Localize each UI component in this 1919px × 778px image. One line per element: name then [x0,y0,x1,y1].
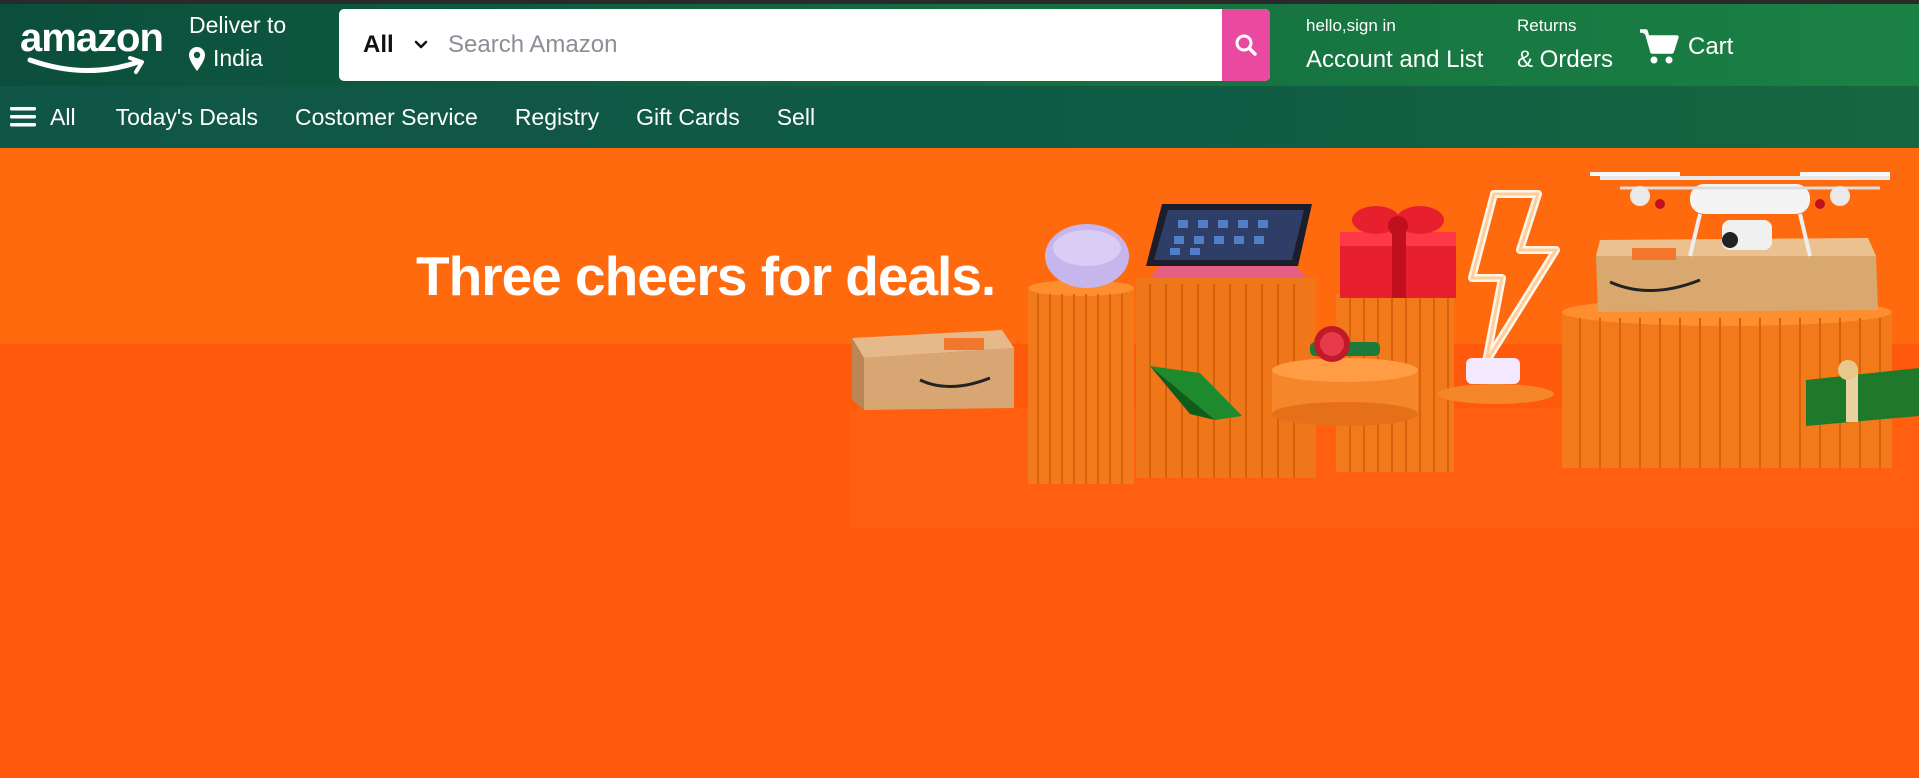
amazon-logo[interactable]: amazon [20,16,170,76]
search-input[interactable] [444,9,1152,81]
deliver-label: Deliver to [189,12,287,38]
account-greeting: hello,sign in [1306,16,1396,35]
cart-button[interactable]: Cart [1638,28,1733,66]
nav-item-todays-deals[interactable]: Today's Deals [116,104,258,131]
nav-all-label: All [50,103,76,130]
search-category-dropdown[interactable]: All [339,9,439,81]
nav-item-customer-service[interactable]: Costomer Service [295,104,478,131]
location-pin-icon [189,46,205,71]
nav-item-gift-cards[interactable]: Gift Cards [636,104,740,131]
pedestal-gift [1336,206,1456,472]
returns-label: Returns [1517,16,1577,35]
account-menu[interactable]: hello,sign in Account and List [1306,16,1483,74]
nav-item-registry[interactable]: Registry [515,104,599,131]
nav-all-menu[interactable]: All [10,104,76,131]
hero-banner[interactable]: Three cheers for deals. [0,148,1919,778]
orders-label: & Orders [1517,46,1614,73]
search-bar: All [339,9,1270,81]
deliver-location-text: India [213,45,263,71]
top-header: amazon Deliver to India All Search Amazo… [0,0,1919,86]
smile-arrow-icon [27,56,144,74]
neon-lightning [1438,190,1560,404]
pedestal-tablet [1136,204,1316,478]
pedestal-drone [1562,172,1892,468]
search-icon [1235,34,1257,56]
cart-label: Cart [1688,33,1734,60]
cart-icon [1640,29,1679,64]
search-button[interactable] [1222,9,1270,81]
nav-item-sell[interactable]: Sell [777,104,815,131]
hamburger-icon [10,107,36,127]
prime-box-right [1596,256,1878,312]
account-label: Account and List [1306,46,1484,73]
deliver-location: India [189,45,286,72]
search-category-label: All [363,31,394,58]
pedestal-speaker [1028,224,1134,484]
deliver-to[interactable]: Deliver to India [189,12,286,72]
returns-orders[interactable]: Returns & Orders [1517,16,1613,74]
chevron-down-icon [414,40,427,49]
prime-box-left [852,330,1014,410]
nav-bar: All Today's Deals Costomer Service Regis… [0,86,1919,148]
hero-product-scene [850,172,1919,528]
